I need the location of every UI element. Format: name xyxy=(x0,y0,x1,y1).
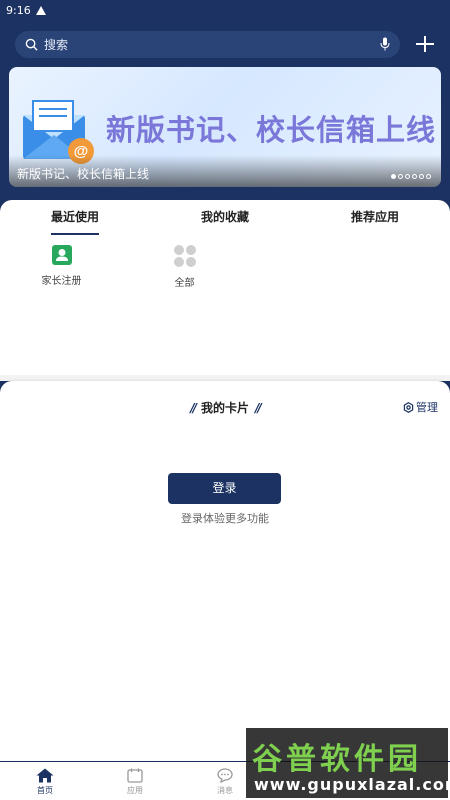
app-all[interactable]: 全部 xyxy=(123,244,246,289)
microphone-icon[interactable] xyxy=(380,37,390,51)
search-placeholder: 搜索 xyxy=(44,37,69,52)
grid-icon xyxy=(173,245,196,267)
cards-title: //我的卡片// xyxy=(190,401,262,415)
home-icon xyxy=(36,768,54,783)
nav-label: 消息 xyxy=(217,786,233,795)
carousel-dot[interactable] xyxy=(419,174,424,179)
banner-caption: 新版书记、校长信箱上线 xyxy=(17,167,150,181)
apps-tabs: 最近使用 我的收藏 推荐应用 xyxy=(0,200,450,236)
carousel-dot[interactable] xyxy=(405,174,410,179)
decor-slash-icon: // xyxy=(190,401,197,415)
nav-label: 应用 xyxy=(127,786,143,795)
nav-label: 首页 xyxy=(37,786,53,795)
tab-favorites[interactable]: 我的收藏 xyxy=(150,200,300,236)
carousel-dot[interactable] xyxy=(412,174,417,179)
search-icon xyxy=(25,38,38,51)
apps-panel: 最近使用 我的收藏 推荐应用 家长注册 全部 xyxy=(0,200,450,375)
carousel-dot[interactable] xyxy=(426,174,431,179)
login-tip: 登录体验更多功能 xyxy=(181,512,269,525)
watermark-title: 谷普软件园 xyxy=(252,742,422,777)
carousel-dot[interactable] xyxy=(398,174,403,179)
add-icon[interactable] xyxy=(410,30,440,58)
app-label: 家长注册 xyxy=(41,276,82,287)
settings-icon xyxy=(403,401,414,413)
tab-recommended[interactable]: 推荐应用 xyxy=(300,200,450,236)
nav-home[interactable]: 首页 xyxy=(0,762,90,800)
top-bar: 搜索 xyxy=(15,30,440,58)
search-input[interactable]: 搜索 xyxy=(15,30,400,58)
tab-recent[interactable]: 最近使用 xyxy=(0,200,150,236)
watermark-logo: 谷普软件园 www.gupuxlazal.com xyxy=(246,728,450,798)
manage-label: 管理 xyxy=(416,401,438,414)
status-time: 9:16 xyxy=(6,3,31,17)
watermark-url: www.gupuxlazal.com xyxy=(254,775,450,794)
decor-slash-icon: // xyxy=(255,401,262,415)
user-card-icon xyxy=(51,245,72,265)
status-bar: 9:16 xyxy=(0,0,450,20)
manage-button[interactable]: 管理 xyxy=(403,399,438,415)
app-parent-register[interactable]: 家长注册 xyxy=(0,244,123,289)
cards-panel: //我的卡片// 管理 登录 登录体验更多功能 xyxy=(0,381,450,761)
banner-headline: 新版书记、校长信箱上线 xyxy=(106,113,437,147)
warning-icon xyxy=(35,5,46,15)
banner-carousel[interactable]: @ 新版书记、校长信箱上线 新版书记、校长信箱上线 xyxy=(9,67,441,187)
apps-list: 家长注册 全部 xyxy=(0,236,450,289)
login-button[interactable]: 登录 xyxy=(168,473,281,504)
carousel-dots xyxy=(391,174,431,179)
carousel-dot[interactable] xyxy=(391,174,396,179)
app-label: 全部 xyxy=(174,278,195,289)
chat-icon xyxy=(217,768,233,783)
calendar-icon xyxy=(127,768,143,783)
nav-apps[interactable]: 应用 xyxy=(90,762,180,800)
